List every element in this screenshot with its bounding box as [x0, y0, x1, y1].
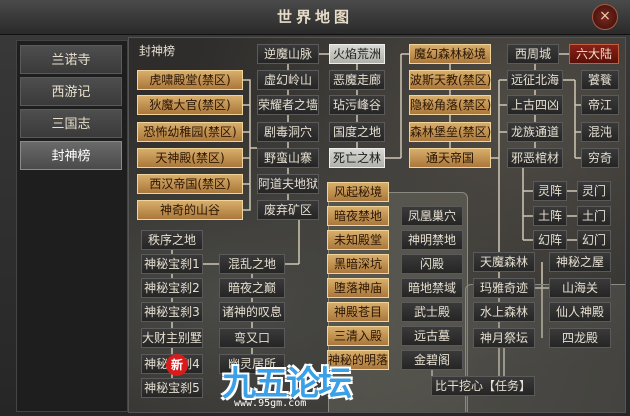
category-tab-3[interactable]: 封神榜	[20, 141, 122, 170]
map-location-node[interactable]: 神秘宝刹5	[141, 378, 203, 398]
title-bar: 世界地图 ×	[0, 0, 630, 35]
map-location-node[interactable]: 凤凰巢穴	[401, 206, 463, 226]
map-location-node[interactable]: 阿道夫地狱	[257, 174, 319, 194]
map-location-node[interactable]: 野蛮山寨	[257, 148, 319, 168]
category-sidebar: 兰诺寺西游记三国志封神榜	[16, 40, 128, 412]
map-location-node[interactable]: 水上森林	[473, 302, 535, 322]
site-watermark-logo: 九五论坛 www.95gm.com	[222, 356, 392, 416]
map-location-node[interactable]: 上古四凶	[507, 95, 563, 115]
map-location-node[interactable]: 神秘之屋	[549, 252, 611, 272]
map-location-node[interactable]: 金碧阁	[401, 350, 463, 370]
map-location-node[interactable]: 神秘宝刹1	[141, 254, 203, 274]
new-badge: 新	[166, 354, 188, 376]
map-location-node[interactable]: 西周城	[507, 44, 559, 64]
map-location-node[interactable]: 四龙殿	[549, 328, 611, 348]
world-map-window: 世界地图 × 兰诺寺 西游记 三国志 封神榜 封神榜 虎啸殿堂(禁区) 狄魔大官…	[0, 0, 630, 416]
map-location-node[interactable]: 山海关	[549, 278, 611, 298]
map-location-node[interactable]: 神明禁地	[401, 230, 463, 250]
map-location-node[interactable]: 神秘宝刹3	[141, 302, 203, 322]
map-location-node[interactable]: 玛雅奇迹	[473, 278, 535, 298]
map-location-node[interactable]: 狄魔大官(禁区)	[137, 95, 243, 115]
map-location-node[interactable]: 混沌	[581, 122, 619, 142]
map-location-node[interactable]: 秩序之地	[141, 230, 203, 250]
map-location-node[interactable]: 森林堡垒(禁区)	[409, 122, 491, 142]
map-location-node[interactable]: 土门	[577, 206, 611, 226]
map-section-header: 封神榜	[139, 44, 176, 58]
map-location-node[interactable]: 六大陆	[569, 44, 619, 64]
map-location-node[interactable]: 三清入殿	[327, 326, 389, 346]
map-location-node[interactable]: 废弃矿区	[257, 200, 319, 220]
map-location-node[interactable]: 龙族通道	[507, 122, 563, 142]
map-location-node[interactable]: 神秘宝刹2	[141, 278, 203, 298]
map-location-node[interactable]: 闪殿	[401, 254, 463, 274]
watermark-url: www.95gm.com	[234, 398, 307, 409]
window-title: 世界地图	[276, 8, 353, 26]
map-location-node[interactable]: 远古墓	[401, 326, 463, 346]
map-location-node[interactable]: 武士殿	[401, 302, 463, 322]
map-location-node[interactable]: 帝江	[581, 95, 619, 115]
map-location-node[interactable]: 暗夜禁地	[327, 206, 389, 226]
map-location-node[interactable]: 堕落神庙	[327, 278, 389, 298]
map-location-node[interactable]: 国度之地	[329, 122, 385, 142]
map-location-node[interactable]: 大财主别墅	[141, 328, 203, 348]
category-tab-0[interactable]: 兰诺寺	[20, 45, 122, 74]
map-location-node[interactable]: 穷奇	[581, 148, 619, 168]
map-location-node[interactable]: 荣耀者之墙	[257, 95, 319, 115]
map-location-node[interactable]: 虚幻岭山	[257, 70, 319, 90]
map-location-node[interactable]: 幻门	[577, 230, 611, 250]
map-location-node[interactable]: 暗夜之巅	[219, 278, 285, 298]
map-location-node[interactable]: 暗地禁域	[401, 278, 463, 298]
category-tab-1[interactable]: 西游记	[20, 77, 122, 106]
map-location-node[interactable]: 剧毒洞穴	[257, 122, 319, 142]
map-location-node[interactable]: 天神殿(禁区)	[137, 148, 243, 168]
map-location-node[interactable]: 虎啸殿堂(禁区)	[137, 70, 243, 90]
map-location-node[interactable]: 逆魔山脉	[257, 44, 319, 64]
close-button[interactable]: ×	[592, 4, 618, 30]
map-location-node[interactable]: 神奇的山谷	[137, 200, 243, 220]
map-location-node[interactable]: 诸神的叹息	[219, 302, 285, 322]
map-location-node[interactable]: 灵阵	[533, 181, 567, 201]
map-location-node[interactable]: 饕餮	[581, 70, 619, 90]
map-location-node[interactable]: 比干挖心【任务】	[431, 376, 535, 396]
map-location-node[interactable]: 魔幻森林秘境	[409, 44, 491, 64]
map-location-node[interactable]: 火焰荒洲	[329, 44, 385, 64]
map-location-node[interactable]: 神殿苍目	[327, 302, 389, 322]
map-location-node[interactable]: 恐怖幼稚园(禁区)	[137, 122, 243, 142]
map-location-node[interactable]: 仙人神殿	[549, 302, 611, 322]
map-location-node[interactable]: 灵门	[577, 181, 611, 201]
map-location-node[interactable]: 幻阵	[533, 230, 567, 250]
map-location-node[interactable]: 玷污峰谷	[329, 95, 385, 115]
map-location-node[interactable]: 弯又口	[219, 328, 285, 348]
map-location-node[interactable]: 未知殿堂	[327, 230, 389, 250]
map-location-node[interactable]: 黑暗深坑	[327, 254, 389, 274]
category-tab-2[interactable]: 三国志	[20, 109, 122, 138]
map-location-node[interactable]: 邪恶棺材	[507, 148, 563, 168]
map-location-node[interactable]: 隐秘角落(禁区)	[409, 95, 491, 115]
map-location-node[interactable]: 土阵	[533, 206, 567, 226]
map-location-node[interactable]: 神月祭坛	[473, 328, 535, 348]
map-location-node[interactable]: 混乱之地	[219, 254, 285, 274]
map-location-node[interactable]: 天魔森林	[473, 252, 535, 272]
map-location-node[interactable]: 恶魔走廊	[329, 70, 385, 90]
map-location-node[interactable]: 远征北海	[507, 70, 563, 90]
map-location-node[interactable]: 通天帝国	[409, 148, 491, 168]
map-location-node[interactable]: 波斯天教(禁区)	[409, 70, 491, 90]
map-location-node[interactable]: 死亡之林	[329, 148, 385, 168]
map-location-node[interactable]: 风起秘境	[327, 182, 389, 202]
map-location-node[interactable]: 西汉帝国(禁区)	[137, 174, 243, 194]
